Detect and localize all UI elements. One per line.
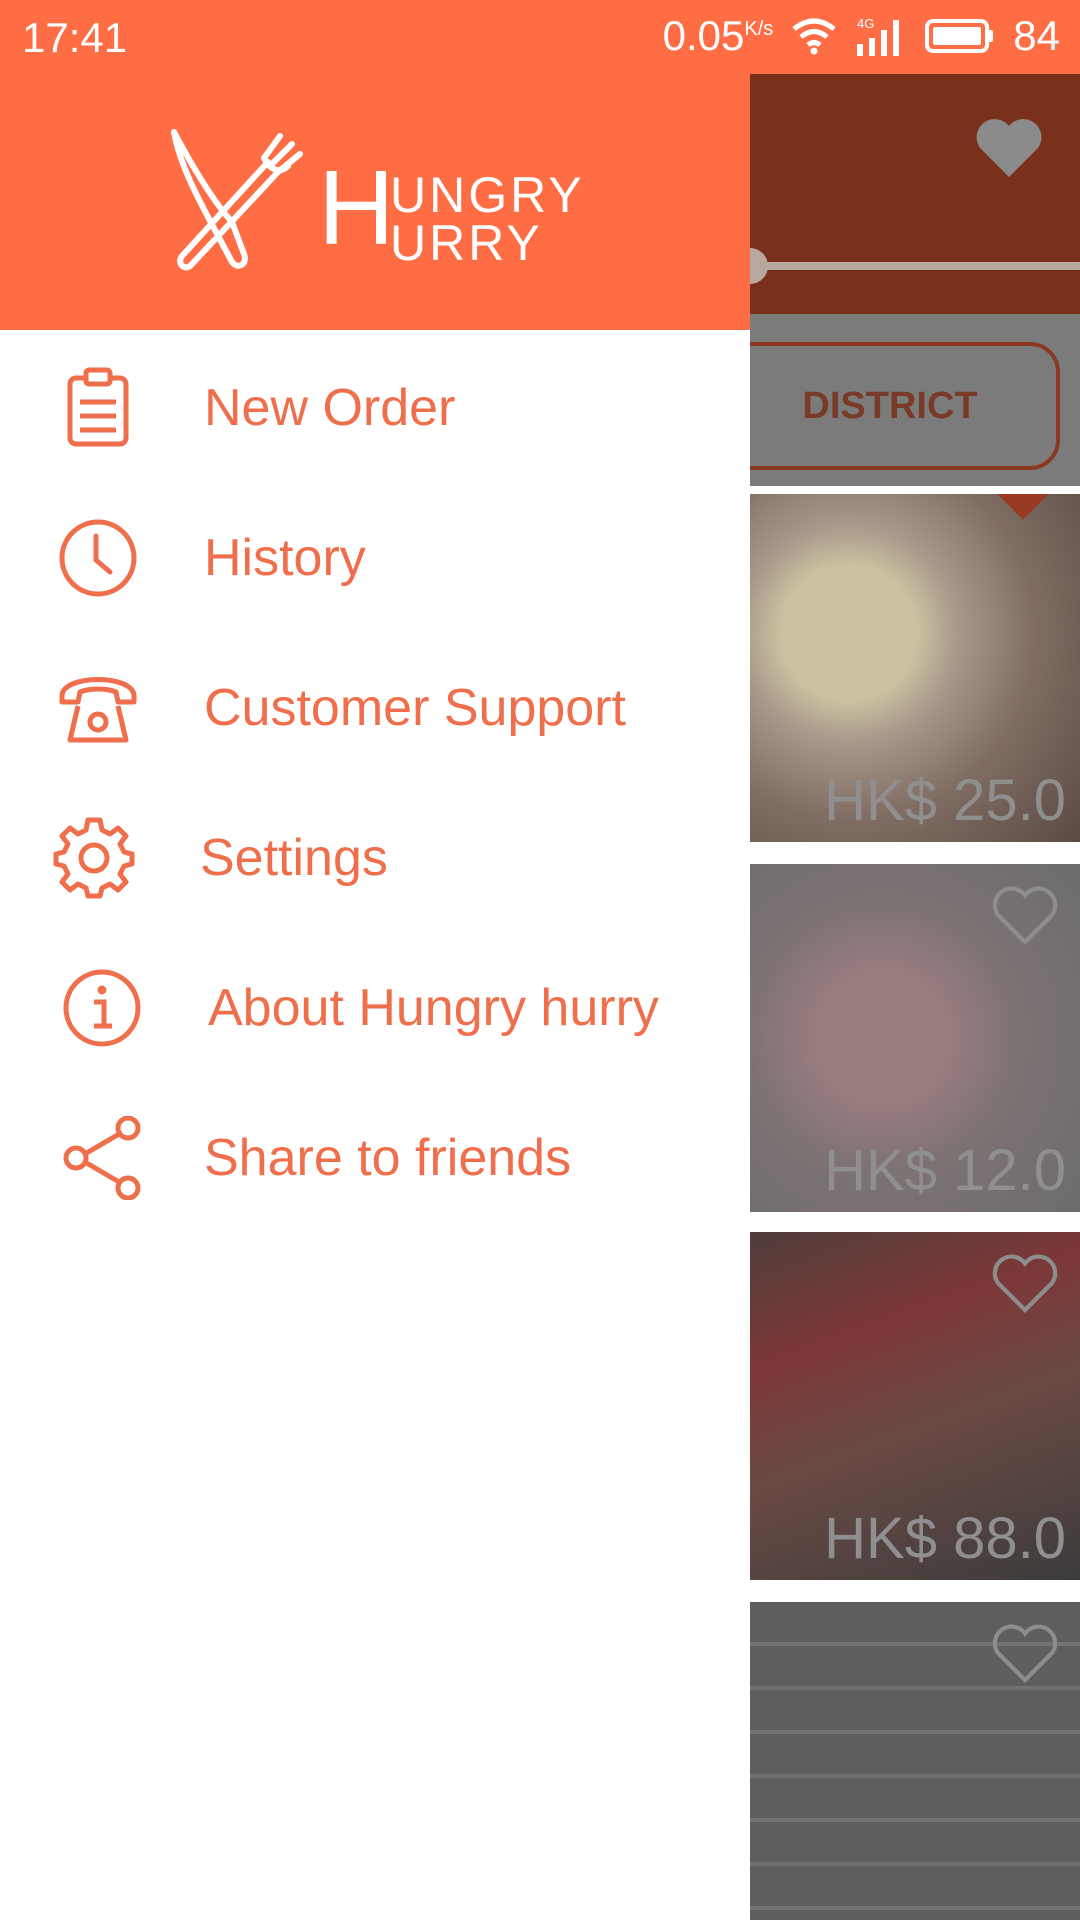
food-card-price: HK$ 12.0 [824,1138,1066,1203]
favorite-filled-icon [976,119,1042,177]
info-icon [63,969,141,1047]
battery-percent: 84 [1013,12,1060,59]
background-slider-track [750,262,1080,270]
food-card: HK$ 12.0 [750,864,1080,1212]
status-time: 17:41 [22,14,128,61]
food-card: HK$ 25.0 [750,494,1080,842]
network-type: 4G [857,16,874,31]
share-icon [63,1116,141,1200]
gear-icon [53,817,135,899]
network-speed-unit: K/s [744,18,774,40]
status-icons: 0.05K/s 4G 84 [663,12,1060,60]
drawer-menu: New Order History Customer Support Setti… [0,330,750,1230]
district-filter-button: DISTRICT [750,342,1060,470]
background-header [750,74,1080,314]
clipboard-icon [67,367,129,447]
food-card [750,1602,1080,1920]
menu-item-label: New Order [204,379,456,437]
menu-item-label: About Hungry hurry [208,979,659,1037]
favorite-outline-icon [992,1254,1058,1313]
clock-icon [59,519,137,597]
favorite-outline-icon [992,1624,1058,1683]
menu-item-label: History [204,529,366,587]
menu-item-label: Share to friends [204,1129,572,1187]
status-bar: 17:41 0.05K/s 4G 84 [0,0,1080,74]
food-card: HK$ 88.0 [750,1232,1080,1580]
favorite-outline-icon [992,886,1058,945]
cellular-signal-icon: 4G [857,16,900,56]
background-filter-bar: DISTRICT [750,314,1080,486]
menu-item-about[interactable]: About Hungry hurry [0,930,750,1080]
wifi-icon [792,18,836,55]
menu-item-customer-support[interactable]: Customer Support [0,630,750,780]
logo-initial: H [318,149,395,267]
battery-icon [925,19,994,53]
telephone-icon [59,677,137,743]
navigation-drawer: H UNGRY URRY New Order History Customer … [0,74,750,1920]
menu-item-label: Customer Support [204,679,626,737]
menu-item-new-order[interactable]: New Order [0,330,750,480]
favorite-filled-icon [997,494,1049,520]
menu-item-label: Settings [200,829,388,887]
food-card-price: HK$ 88.0 [824,1506,1066,1571]
background-app-scrim[interactable]: DISTRICT HK$ 25.0 HK$ 12.0 HK$ 88.0 [750,74,1080,1920]
menu-item-share[interactable]: Share to friends [0,1080,750,1230]
network-speed-value: 0.05 [662,12,745,59]
network-speed: 0.05K/s [663,12,774,60]
menu-item-history[interactable]: History [0,480,750,630]
logo-line-2: URRY [390,215,543,271]
knife-fork-logo-icon [171,129,303,271]
app-logo: H UNGRY URRY [160,122,582,282]
menu-item-settings[interactable]: Settings [0,780,750,930]
food-card-price: HK$ 25.0 [824,768,1066,833]
background-slider-knob [750,248,768,284]
drawer-header: H UNGRY URRY [0,74,750,330]
